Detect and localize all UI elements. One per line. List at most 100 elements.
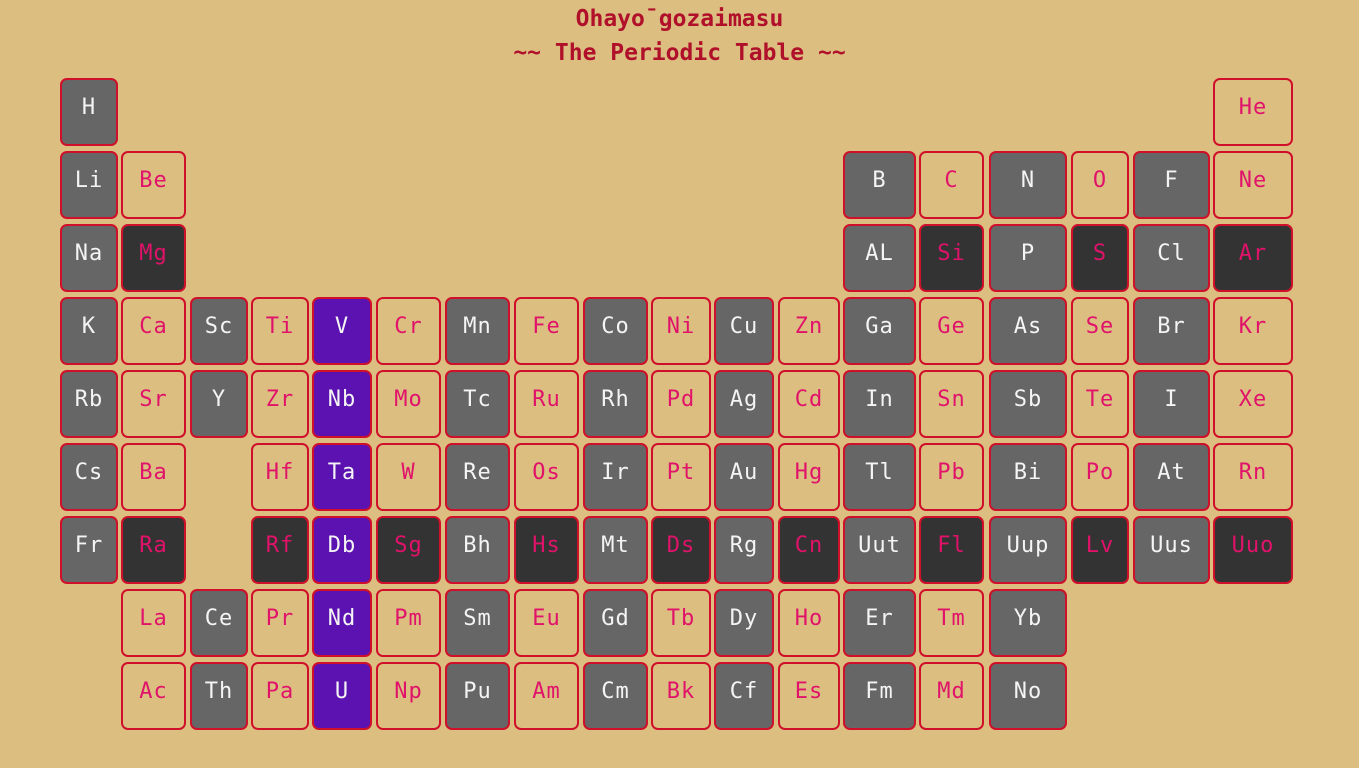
element-tile-mn[interactable]: Mn	[445, 297, 510, 365]
element-tile-ta[interactable]: Ta	[312, 443, 372, 511]
element-tile-rf[interactable]: Rf	[251, 516, 309, 584]
element-tile-nd[interactable]: Nd	[312, 589, 372, 657]
element-tile-db[interactable]: Db	[312, 516, 372, 584]
element-tile-hs[interactable]: Hs	[514, 516, 579, 584]
element-tile-pt[interactable]: Pt	[651, 443, 711, 511]
element-tile-sc[interactable]: Sc	[190, 297, 248, 365]
element-tile-te[interactable]: Te	[1071, 370, 1129, 438]
element-tile-md[interactable]: Md	[919, 662, 984, 730]
element-tile-kr[interactable]: Kr	[1213, 297, 1293, 365]
element-tile-y[interactable]: Y	[190, 370, 248, 438]
element-tile-se[interactable]: Se	[1071, 297, 1129, 365]
element-tile-ce[interactable]: Ce	[190, 589, 248, 657]
element-tile-gd[interactable]: Gd	[583, 589, 648, 657]
element-tile-si[interactable]: Si	[919, 224, 984, 292]
element-tile-na[interactable]: Na	[60, 224, 118, 292]
element-tile-pb[interactable]: Pb	[919, 443, 984, 511]
element-tile-pa[interactable]: Pa	[251, 662, 309, 730]
element-tile-fr[interactable]: Fr	[60, 516, 118, 584]
element-tile-mt[interactable]: Mt	[583, 516, 648, 584]
element-tile-ga[interactable]: Ga	[843, 297, 916, 365]
element-tile-ac[interactable]: Ac	[121, 662, 186, 730]
element-tile-dy[interactable]: Dy	[714, 589, 774, 657]
element-tile-ar[interactable]: Ar	[1213, 224, 1293, 292]
element-tile-tb[interactable]: Tb	[651, 589, 711, 657]
element-tile-sg[interactable]: Sg	[376, 516, 441, 584]
element-tile-n[interactable]: N	[989, 151, 1067, 219]
element-tile-mg[interactable]: Mg	[121, 224, 186, 292]
element-tile-co[interactable]: Co	[583, 297, 648, 365]
element-tile-hg[interactable]: Hg	[778, 443, 840, 511]
element-tile-ba[interactable]: Ba	[121, 443, 186, 511]
element-tile-ir[interactable]: Ir	[583, 443, 648, 511]
element-tile-au[interactable]: Au	[714, 443, 774, 511]
element-tile-ds[interactable]: Ds	[651, 516, 711, 584]
element-tile-uuo[interactable]: Uuo	[1213, 516, 1293, 584]
element-tile-ho[interactable]: Ho	[778, 589, 840, 657]
element-tile-ne[interactable]: Ne	[1213, 151, 1293, 219]
element-tile-re[interactable]: Re	[445, 443, 510, 511]
element-tile-s[interactable]: S	[1071, 224, 1129, 292]
element-tile-pr[interactable]: Pr	[251, 589, 309, 657]
element-tile-np[interactable]: Np	[376, 662, 441, 730]
element-tile-ra[interactable]: Ra	[121, 516, 186, 584]
element-tile-es[interactable]: Es	[778, 662, 840, 730]
element-tile-o[interactable]: O	[1071, 151, 1129, 219]
element-tile-p[interactable]: P	[989, 224, 1067, 292]
element-tile-f[interactable]: F	[1133, 151, 1210, 219]
element-tile-rn[interactable]: Rn	[1213, 443, 1293, 511]
element-tile-w[interactable]: W	[376, 443, 441, 511]
element-tile-ti[interactable]: Ti	[251, 297, 309, 365]
element-tile-fl[interactable]: Fl	[919, 516, 984, 584]
element-tile-cn[interactable]: Cn	[778, 516, 840, 584]
element-tile-sm[interactable]: Sm	[445, 589, 510, 657]
element-tile-tl[interactable]: Tl	[843, 443, 916, 511]
element-tile-po[interactable]: Po	[1071, 443, 1129, 511]
element-tile-cd[interactable]: Cd	[778, 370, 840, 438]
element-tile-cl[interactable]: Cl	[1133, 224, 1210, 292]
element-tile-mo[interactable]: Mo	[376, 370, 441, 438]
element-tile-fe[interactable]: Fe	[514, 297, 579, 365]
element-tile-h[interactable]: H	[60, 78, 118, 146]
element-tile-pd[interactable]: Pd	[651, 370, 711, 438]
element-tile-rg[interactable]: Rg	[714, 516, 774, 584]
element-tile-ca[interactable]: Ca	[121, 297, 186, 365]
element-tile-sn[interactable]: Sn	[919, 370, 984, 438]
element-tile-cs[interactable]: Cs	[60, 443, 118, 511]
element-tile-no[interactable]: No	[989, 662, 1067, 730]
element-tile-sb[interactable]: Sb	[989, 370, 1067, 438]
element-tile-cf[interactable]: Cf	[714, 662, 774, 730]
element-tile-tm[interactable]: Tm	[919, 589, 984, 657]
element-tile-hf[interactable]: Hf	[251, 443, 309, 511]
element-tile-as[interactable]: As	[989, 297, 1067, 365]
element-tile-lv[interactable]: Lv	[1071, 516, 1129, 584]
element-tile-zr[interactable]: Zr	[251, 370, 309, 438]
element-tile-os[interactable]: Os	[514, 443, 579, 511]
element-tile-br[interactable]: Br	[1133, 297, 1210, 365]
element-tile-v[interactable]: V	[312, 297, 372, 365]
element-tile-b[interactable]: B	[843, 151, 916, 219]
element-tile-th[interactable]: Th	[190, 662, 248, 730]
element-tile-bk[interactable]: Bk	[651, 662, 711, 730]
element-tile-cr[interactable]: Cr	[376, 297, 441, 365]
element-tile-in[interactable]: In	[843, 370, 916, 438]
element-tile-xe[interactable]: Xe	[1213, 370, 1293, 438]
element-tile-rb[interactable]: Rb	[60, 370, 118, 438]
element-tile-uut[interactable]: Uut	[843, 516, 916, 584]
element-tile-pu[interactable]: Pu	[445, 662, 510, 730]
element-tile-u[interactable]: U	[312, 662, 372, 730]
element-tile-c[interactable]: C	[919, 151, 984, 219]
element-tile-sr[interactable]: Sr	[121, 370, 186, 438]
element-tile-li[interactable]: Li	[60, 151, 118, 219]
element-tile-i[interactable]: I	[1133, 370, 1210, 438]
element-tile-rh[interactable]: Rh	[583, 370, 648, 438]
element-tile-at[interactable]: At	[1133, 443, 1210, 511]
element-tile-er[interactable]: Er	[843, 589, 916, 657]
element-tile-ge[interactable]: Ge	[919, 297, 984, 365]
element-tile-pm[interactable]: Pm	[376, 589, 441, 657]
element-tile-uup[interactable]: Uup	[989, 516, 1067, 584]
element-tile-cm[interactable]: Cm	[583, 662, 648, 730]
element-tile-bi[interactable]: Bi	[989, 443, 1067, 511]
element-tile-tc[interactable]: Tc	[445, 370, 510, 438]
element-tile-eu[interactable]: Eu	[514, 589, 579, 657]
